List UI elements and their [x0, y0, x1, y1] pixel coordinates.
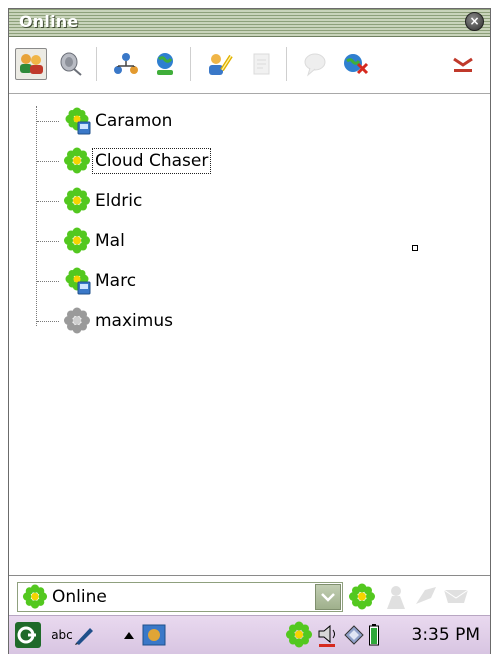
network-icon [114, 53, 138, 74]
contacts-button[interactable] [15, 48, 47, 80]
contact-list: Caramon Cloud Chaser Eldric Mal Marc max… [9, 94, 490, 574]
cursor-marker [412, 245, 418, 251]
disconnect-button[interactable] [339, 48, 371, 80]
minimize-button[interactable] [447, 48, 479, 80]
app-tray-button[interactable] [140, 620, 168, 650]
connection-button[interactable] [343, 620, 365, 650]
globe-disconnect-icon [344, 54, 369, 75]
status-bar: Online [9, 575, 490, 616]
minimize-icon [453, 57, 473, 72]
close-button[interactable]: × [465, 12, 484, 31]
contact-item[interactable]: Marc [37, 266, 138, 296]
globe-user-button[interactable] [149, 48, 181, 80]
offline-status-icon [63, 307, 91, 335]
triangle-up-icon [124, 632, 134, 639]
tray-messenger-button[interactable] [285, 620, 313, 650]
user-settings-button[interactable] [204, 48, 236, 80]
battery-button[interactable] [367, 620, 381, 650]
online-mobile-status-icon [63, 107, 91, 135]
online-mobile-status-icon [63, 267, 91, 295]
status-value: Online [52, 587, 107, 607]
start-icon [15, 622, 41, 648]
network-button[interactable] [110, 48, 142, 80]
online-status-icon [22, 584, 48, 609]
title-bar: Online × [9, 9, 490, 37]
taskbar: abc 3:35 PM [9, 615, 490, 654]
contacts-icon [20, 54, 43, 74]
online-status-icon [286, 621, 312, 648]
globe-user-icon [157, 53, 173, 75]
online-status-icon [349, 583, 375, 610]
sound-button[interactable] [55, 48, 87, 80]
online-status-icon [63, 147, 91, 175]
contact-name: Marc [95, 271, 137, 291]
status-online-button[interactable] [347, 582, 377, 612]
contact-name: Mal [95, 231, 125, 251]
user-settings-icon [209, 54, 233, 75]
contact-item[interactable]: Cloud Chaser [37, 146, 212, 176]
online-status-icon [63, 227, 91, 255]
contact-item[interactable]: Mal [37, 226, 127, 256]
volume-button[interactable] [315, 620, 341, 650]
notes-icon [253, 53, 270, 75]
chat-button[interactable] [299, 48, 331, 80]
chat-bubble-icon [304, 53, 326, 77]
contact-name: Caramon [95, 111, 173, 131]
clock[interactable]: 3:35 PM [412, 625, 481, 645]
contact-item[interactable]: Eldric [37, 186, 144, 216]
app-window: Online × Caramon Cloud Chaser Eldric Mal… [8, 8, 491, 654]
speaker-icon [318, 624, 335, 647]
dropdown-arrow-button[interactable] [315, 584, 341, 610]
contact-item[interactable]: Caramon [37, 106, 174, 136]
user-status-button[interactable] [381, 582, 411, 612]
input-method-button[interactable]: abc [47, 620, 99, 650]
message-button[interactable] [441, 582, 471, 612]
contact-name: Cloud Chaser [91, 148, 212, 174]
input-mode-label: abc [51, 628, 73, 642]
send-icon [416, 587, 436, 604]
chevron-down-icon [321, 593, 335, 602]
pen-icon [74, 628, 93, 645]
app-window-icon [142, 624, 166, 646]
start-button[interactable] [13, 620, 43, 650]
online-status-icon [63, 187, 91, 215]
contact-name: Eldric [95, 191, 143, 211]
user-icon [387, 586, 405, 609]
battery-icon [369, 624, 379, 646]
connection-icon [344, 625, 364, 645]
envelope-icon [443, 589, 469, 603]
expand-tray-button[interactable] [121, 620, 137, 650]
contact-item[interactable]: maximus [37, 306, 175, 336]
sound-icon [60, 52, 82, 76]
notes-button[interactable] [245, 48, 277, 80]
status-dropdown[interactable]: Online [17, 582, 343, 612]
send-file-button[interactable] [411, 582, 441, 612]
window-title: Online [19, 12, 79, 31]
toolbar [9, 37, 490, 94]
contact-name: maximus [95, 311, 173, 331]
